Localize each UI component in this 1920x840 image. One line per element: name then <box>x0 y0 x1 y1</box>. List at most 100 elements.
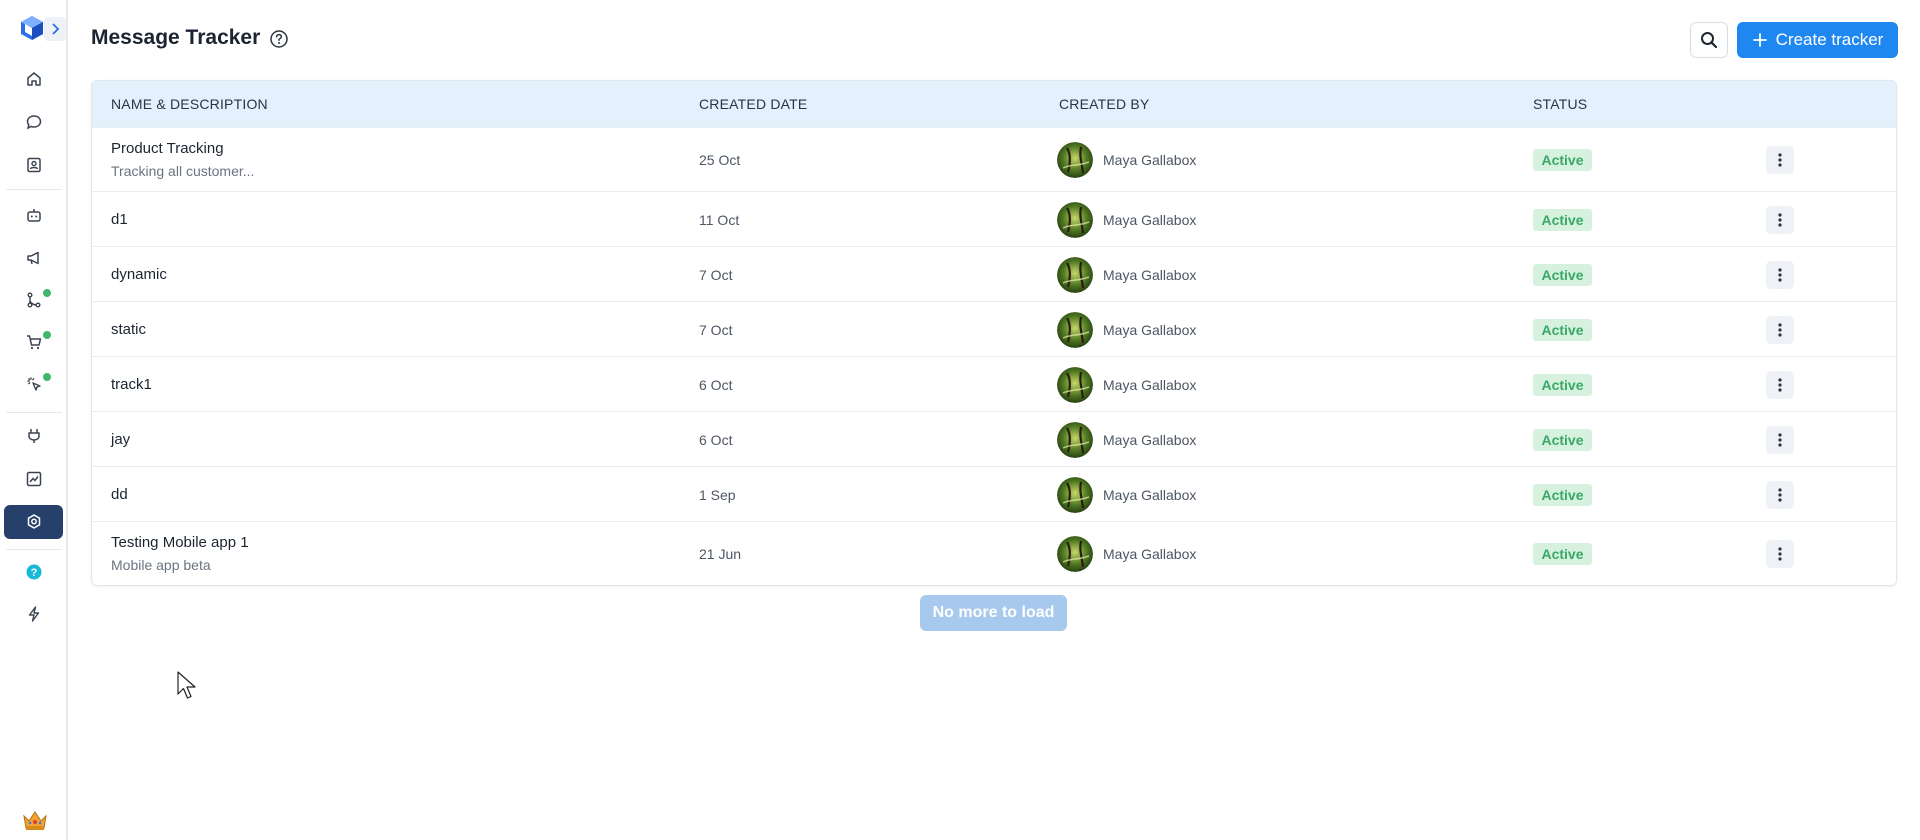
sidebar-item-analytics[interactable] <box>4 462 63 496</box>
cart-icon <box>26 335 41 350</box>
creator-avatar <box>1057 256 1093 293</box>
tracker-name[interactable]: Product Tracking <box>111 140 224 157</box>
column-header-created-by: CREATED BY <box>1059 96 1150 112</box>
tracker-name[interactable]: dd <box>111 486 128 503</box>
help-circle-icon: ? <box>26 564 41 580</box>
status-badge: Active <box>1533 318 1592 341</box>
page-title: Message Tracker <box>91 26 261 49</box>
created-by-name: Maya Gallabox <box>1103 321 1197 338</box>
more-vertical-icon <box>1778 267 1782 282</box>
create-tracker-label: Create tracker <box>1775 30 1884 49</box>
more-vertical-icon <box>1778 432 1782 447</box>
sidebar-divider <box>6 189 62 190</box>
plus-icon <box>1752 33 1767 47</box>
sidebar-item-contacts[interactable] <box>4 148 63 182</box>
creator-avatar <box>1057 311 1093 348</box>
creator-avatar <box>1057 476 1093 513</box>
created-date: 6 Oct <box>699 431 733 448</box>
table-header: NAME & DESCRIPTION CREATED DATE CREATED … <box>92 81 1896 127</box>
table-row[interactable]: Testing Mobile app 1 Mobile app beta 21 Ju… <box>92 521 1896 585</box>
row-actions-button[interactable] <box>1766 205 1794 234</box>
table-row[interactable]: dd 1 Sep Maya Gallabox Active <box>92 466 1896 521</box>
status-badge: Active <box>1533 428 1592 451</box>
gallabox-logo-icon[interactable] <box>20 15 44 41</box>
sidebar-item-whats-new[interactable] <box>4 597 63 631</box>
search-button[interactable] <box>1690 22 1728 58</box>
more-vertical-icon <box>1778 487 1782 502</box>
created-by-name: Maya Gallabox <box>1103 486 1197 503</box>
sidebar-item-inbox[interactable] <box>4 105 63 139</box>
status-badge: Active <box>1533 149 1592 171</box>
creator-avatar <box>1057 366 1093 403</box>
status-badge: Active <box>1533 373 1592 396</box>
status-badge: Active <box>1533 263 1592 286</box>
creator-avatar <box>1057 142 1093 178</box>
sidebar-item-flows[interactable] <box>4 283 63 317</box>
created-date: 21 Jun <box>699 546 742 562</box>
sidebar-item-ads[interactable] <box>4 367 63 401</box>
sidebar-item-broadcast[interactable] <box>4 241 63 275</box>
table-row[interactable]: Product Tracking Tracking all customer...… <box>92 127 1896 191</box>
created-date: 7 Oct <box>699 266 733 283</box>
table-row[interactable]: d1 11 Oct Maya Gallabox Active <box>92 191 1896 246</box>
tracker-name[interactable]: d1 <box>111 211 128 228</box>
megaphone-icon <box>26 251 39 265</box>
creator-avatar <box>1057 201 1093 238</box>
table-row[interactable]: static 7 Oct Maya Gallabox Active <box>92 301 1896 356</box>
table-row[interactable]: track1 6 Oct Maya Gallabox Active <box>92 356 1896 411</box>
create-tracker-button[interactable]: Create tracker <box>1737 22 1898 58</box>
sidebar-divider <box>6 549 62 550</box>
bot-icon <box>26 209 41 222</box>
status-badge: Active <box>1533 543 1592 565</box>
sidebar-item-settings[interactable] <box>4 505 63 539</box>
help-icon[interactable] <box>269 29 289 49</box>
row-actions-button[interactable] <box>1766 370 1794 399</box>
table-row[interactable]: jay 6 Oct Maya Gallabox Active <box>92 411 1896 466</box>
svg-text:?: ? <box>30 567 37 579</box>
column-header-status: STATUS <box>1533 96 1588 112</box>
sidebar-item-commerce[interactable] <box>4 325 63 359</box>
creator-avatar <box>1057 421 1093 458</box>
row-actions-button[interactable] <box>1766 260 1794 289</box>
home-icon <box>26 72 41 86</box>
account-avatar-crown-icon[interactable] <box>21 808 49 832</box>
created-date: 11 Oct <box>699 211 740 228</box>
app-root: ? Message Tracker Create tracker NAME & … <box>0 0 1920 840</box>
column-header-created-date: CREATED DATE <box>699 96 808 112</box>
search-icon <box>1701 32 1718 49</box>
sidebar-divider <box>6 412 62 413</box>
sidebar-expand-button[interactable] <box>44 17 66 41</box>
tracker-name[interactable]: jay <box>111 431 130 448</box>
tracker-name[interactable]: track1 <box>111 376 152 393</box>
row-actions-button[interactable] <box>1766 315 1794 344</box>
tracker-name[interactable]: dynamic <box>111 266 167 283</box>
more-vertical-icon <box>1778 547 1782 561</box>
created-by-name: Maya Gallabox <box>1103 211 1197 228</box>
status-badge: Active <box>1533 483 1592 506</box>
tracker-name[interactable]: static <box>111 321 146 338</box>
sidebar-item-bots[interactable] <box>4 198 63 232</box>
created-date: 6 Oct <box>699 376 733 393</box>
settings-icon <box>27 514 40 529</box>
tracker-table: NAME & DESCRIPTION CREATED DATE CREATED … <box>91 80 1897 586</box>
sidebar-item-home[interactable] <box>4 62 63 96</box>
row-actions-button[interactable] <box>1766 425 1794 454</box>
analytics-icon <box>26 471 41 487</box>
chat-icon <box>26 115 41 130</box>
sidebar-item-help[interactable]: ? <box>4 555 63 589</box>
notification-dot <box>43 289 51 297</box>
mouse-cursor-icon <box>177 671 196 699</box>
more-vertical-icon <box>1778 212 1782 227</box>
created-date: 1 Sep <box>699 486 736 503</box>
contacts-icon <box>26 157 41 173</box>
created-by-name: Maya Gallabox <box>1103 152 1197 168</box>
sidebar-item-integrations[interactable] <box>4 419 63 453</box>
no-more-to-load-button[interactable]: No more to load <box>920 595 1067 631</box>
tracker-name[interactable]: Testing Mobile app 1 <box>111 534 249 551</box>
row-actions-button[interactable] <box>1766 540 1794 568</box>
notification-dot <box>43 331 51 339</box>
created-by-name: Maya Gallabox <box>1103 431 1197 448</box>
table-row[interactable]: dynamic 7 Oct Maya Gallabox Active <box>92 246 1896 301</box>
row-actions-button[interactable] <box>1766 146 1794 174</box>
row-actions-button[interactable] <box>1766 480 1794 509</box>
